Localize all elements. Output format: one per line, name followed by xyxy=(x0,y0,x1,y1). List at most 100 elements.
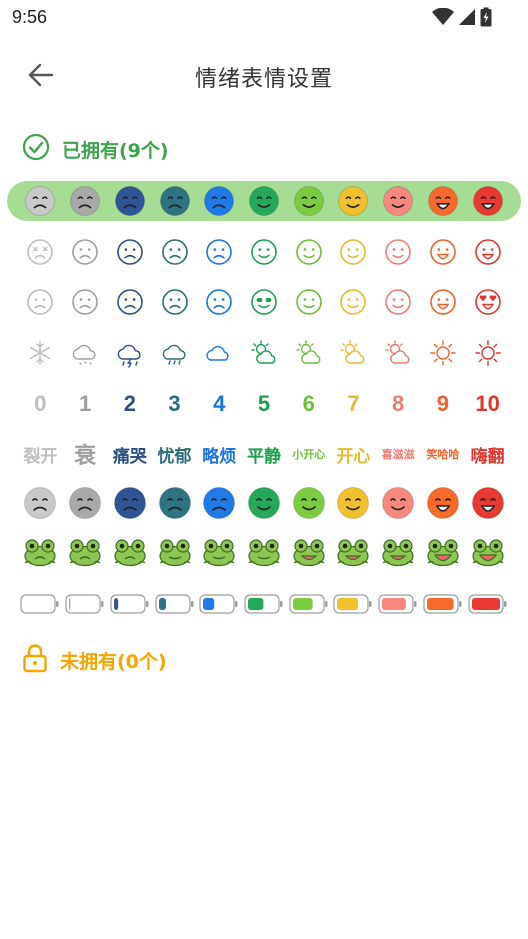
emoji-set-numbers[interactable]: 0 1 2 3 4 5 6 7 8 9 10 xyxy=(18,388,510,420)
battery-icon xyxy=(423,594,463,614)
emoji-set-outline-faces[interactable] xyxy=(18,283,510,321)
signal-icon xyxy=(458,8,476,26)
emoji-set-batteries[interactable] xyxy=(18,591,510,617)
mood-number: 3 xyxy=(168,391,181,416)
unowned-count-label: 未拥有(0个) xyxy=(60,651,167,673)
frown-face-icon xyxy=(158,486,192,520)
mood-label: 略烦 xyxy=(202,446,237,467)
battery-icon xyxy=(65,594,105,614)
laugh-face-icon xyxy=(339,288,367,316)
mood-label: 痛哭 xyxy=(112,446,147,467)
frog-icon xyxy=(291,535,327,567)
laughing-face-icon xyxy=(474,238,502,266)
mood-label: 笑哈哈 xyxy=(426,448,460,461)
sun-icon xyxy=(473,338,503,368)
frog-icon xyxy=(380,535,416,567)
crying-face-icon xyxy=(23,486,57,520)
smile-face-icon xyxy=(292,486,326,520)
mood-number: 7 xyxy=(347,391,360,416)
frown-face-icon xyxy=(161,288,189,316)
partly-sunny-icon xyxy=(249,338,279,368)
sweat-face-icon xyxy=(205,238,233,266)
unowned-section-header: 未拥有(0个) xyxy=(22,643,167,678)
crying-face-icon xyxy=(71,238,99,266)
confused-face-icon xyxy=(205,288,233,316)
frown-face-icon xyxy=(202,486,236,520)
mood-label: 小开心 xyxy=(292,448,326,461)
squint-face-icon xyxy=(71,288,99,316)
frown-face-icon xyxy=(159,185,191,217)
frog-icon xyxy=(157,535,193,567)
snow-cloud-icon xyxy=(70,338,100,368)
sad-face-icon xyxy=(161,238,189,266)
frown-face-icon xyxy=(203,185,235,217)
smile-face-icon xyxy=(247,486,281,520)
battery-icon xyxy=(468,594,508,614)
smile-face-icon xyxy=(337,185,369,217)
smile-face-icon xyxy=(293,185,325,217)
anxious-face-icon xyxy=(116,238,144,266)
smile-face-icon xyxy=(336,486,370,520)
mood-label: 裂开 xyxy=(23,446,58,467)
emoji-set-frogs[interactable] xyxy=(18,533,510,569)
mood-label: 忧郁 xyxy=(157,446,192,467)
lock-icon xyxy=(22,643,48,678)
app-bar: 情绪表情设置 xyxy=(0,48,528,106)
snowflake-icon xyxy=(25,338,55,368)
page-title: 情绪表情设置 xyxy=(194,67,333,92)
mood-number: 10 xyxy=(475,391,500,416)
thunderstorm-icon xyxy=(115,338,145,368)
frog-icon xyxy=(22,535,58,567)
mood-label: 衰 xyxy=(74,444,97,469)
owned-count-label: 已拥有(9个) xyxy=(62,140,169,162)
mood-label: 喜滋滋 xyxy=(381,448,415,461)
emoji-set-labels[interactable]: 裂开衰痛哭 忧郁 略烦 平静 小开心 开心 喜滋滋 笑哈哈 嗨翻 xyxy=(18,438,510,470)
emoji-set-weather[interactable] xyxy=(18,334,510,372)
sun-icon xyxy=(428,338,458,368)
emoji-set-filled-faces[interactable] xyxy=(18,484,510,522)
sun-cloud-icon xyxy=(383,338,413,368)
frog-icon xyxy=(246,535,282,567)
frown-face-icon xyxy=(68,486,102,520)
mood-number: 0 xyxy=(34,391,47,416)
battery-charging-icon xyxy=(480,7,492,27)
content-face-icon xyxy=(250,238,278,266)
battery-icon xyxy=(199,594,239,614)
dizzy-face-icon xyxy=(26,238,54,266)
emoji-set-line-faces[interactable] xyxy=(18,233,510,271)
frog-icon xyxy=(112,535,148,567)
check-circle-icon xyxy=(22,133,50,166)
mood-label: 平静 xyxy=(246,446,281,467)
cloud-icon xyxy=(204,338,234,368)
wink-face-icon xyxy=(295,238,323,266)
wifi-icon xyxy=(432,8,454,26)
battery-icon xyxy=(20,594,60,614)
frown-face-icon xyxy=(113,486,147,520)
heart-eyes-face-icon xyxy=(474,288,502,316)
smile-face-icon xyxy=(382,185,414,217)
battery-icon xyxy=(378,594,418,614)
battery-icon xyxy=(333,594,373,614)
smile-face-icon xyxy=(381,486,415,520)
laugh-face-icon xyxy=(472,185,504,217)
frog-icon xyxy=(335,535,371,567)
battery-icon xyxy=(289,594,329,614)
grin-face-icon xyxy=(426,486,460,520)
battery-icon xyxy=(154,594,195,614)
owned-section-header: 已拥有(9个) xyxy=(22,133,169,166)
status-icons xyxy=(432,7,492,27)
grin-face-icon xyxy=(384,288,412,316)
status-time: 9:56 xyxy=(12,7,48,27)
wink-face-icon xyxy=(295,288,323,316)
mood-number: 2 xyxy=(123,391,136,416)
worried-face-icon xyxy=(116,288,144,316)
mood-label: 嗨翻 xyxy=(470,446,505,467)
partly-sunny-icon xyxy=(294,338,324,368)
grin-face-icon xyxy=(427,185,459,217)
grin-face-icon xyxy=(339,238,367,266)
mood-number: 1 xyxy=(78,391,92,416)
battery-icon xyxy=(110,594,150,614)
selected-emoji-set[interactable] xyxy=(18,181,510,221)
neutral-face-icon xyxy=(24,185,56,217)
big-smile-face-icon xyxy=(429,238,457,266)
